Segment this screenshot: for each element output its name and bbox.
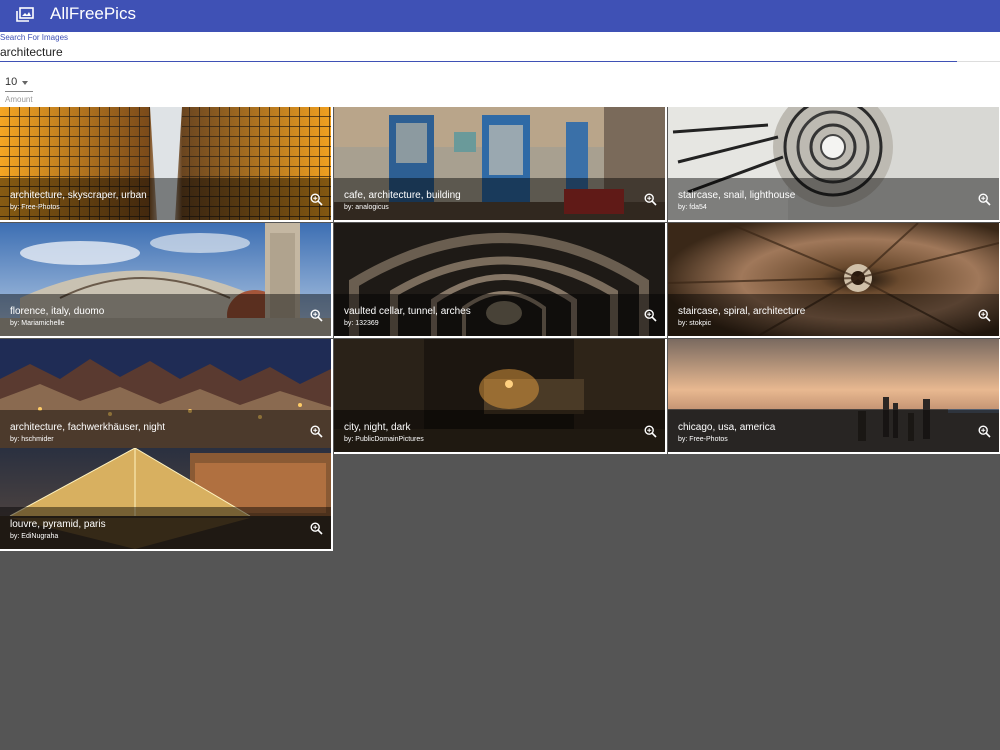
zoom-in-icon[interactable] — [644, 193, 657, 206]
image-tile[interactable]: louvre, pyramid, paris by: EdiNugraha — [0, 448, 333, 551]
image-tile[interactable]: vaulted cellar, tunnel, arches by: 13236… — [334, 223, 667, 338]
image-author: by: Mariamichelle — [10, 320, 65, 327]
image-author: by: Free-Photos — [10, 204, 60, 211]
image-tile[interactable]: architecture, skyscraper, urban by: Free… — [0, 107, 333, 222]
image-author: by: analogicus — [344, 204, 389, 211]
zoom-in-icon[interactable] — [310, 193, 323, 206]
zoom-in-icon[interactable] — [978, 193, 991, 206]
app-title: AllFreePics — [50, 4, 136, 23]
image-tags: architecture, skyscraper, urban — [10, 190, 147, 201]
amount-label: Amount — [5, 95, 33, 104]
zoom-in-icon[interactable] — [310, 309, 323, 322]
image-author: by: hschmider — [10, 436, 54, 443]
zoom-in-icon[interactable] — [644, 425, 657, 438]
image-tile[interactable]: staircase, snail, lighthouse by: fda54 — [668, 107, 1000, 222]
search-label: Search For Images — [0, 33, 69, 42]
zoom-in-icon[interactable] — [310, 522, 323, 535]
image-tags: city, night, dark — [344, 422, 411, 433]
photo-library-icon[interactable] — [16, 7, 34, 23]
zoom-in-icon[interactable] — [644, 309, 657, 322]
image-tags: staircase, snail, lighthouse — [678, 190, 796, 201]
amount-value: 10 — [5, 76, 18, 88]
image-author: by: EdiNugraha — [10, 533, 59, 540]
image-author: by: stokpic — [678, 320, 712, 327]
image-tags: staircase, spiral, architecture — [678, 306, 806, 317]
search-form: Search For Images 10 Amount — [0, 32, 1000, 107]
app-bar: AllFreePics — [0, 0, 1000, 32]
image-tile[interactable]: florence, italy, duomo by: Mariamichelle — [0, 223, 333, 338]
image-tags: louvre, pyramid, paris — [10, 519, 106, 530]
image-tile[interactable]: city, night, dark by: PublicDomainPictur… — [334, 339, 667, 454]
search-input[interactable] — [0, 43, 957, 62]
image-author: by: 132369 — [344, 320, 379, 327]
image-tile[interactable]: cafe, architecture, building by: analogi… — [334, 107, 667, 222]
image-tags: florence, italy, duomo — [10, 306, 105, 317]
image-author: by: fda54 — [678, 204, 707, 211]
image-tags: vaulted cellar, tunnel, arches — [344, 306, 471, 317]
amount-select[interactable]: 10 — [5, 75, 33, 92]
zoom-in-icon[interactable] — [978, 309, 991, 322]
image-tags: architecture, fachwerkhäuser, night — [10, 422, 166, 433]
chevron-down-icon — [22, 81, 28, 85]
zoom-in-icon[interactable] — [310, 425, 323, 438]
image-tile[interactable]: architecture, fachwerkhäuser, night by: … — [0, 339, 333, 454]
image-tile[interactable]: staircase, spiral, architecture by: stok… — [668, 223, 1000, 338]
image-author: by: PublicDomainPictures — [344, 436, 424, 443]
image-tile[interactable]: chicago, usa, america by: Free-Photos — [668, 339, 1000, 454]
search-underline — [957, 61, 1000, 62]
image-tags: chicago, usa, america — [678, 422, 776, 433]
image-author: by: Free-Photos — [678, 436, 728, 443]
image-tags: cafe, architecture, building — [344, 190, 461, 201]
zoom-in-icon[interactable] — [978, 425, 991, 438]
